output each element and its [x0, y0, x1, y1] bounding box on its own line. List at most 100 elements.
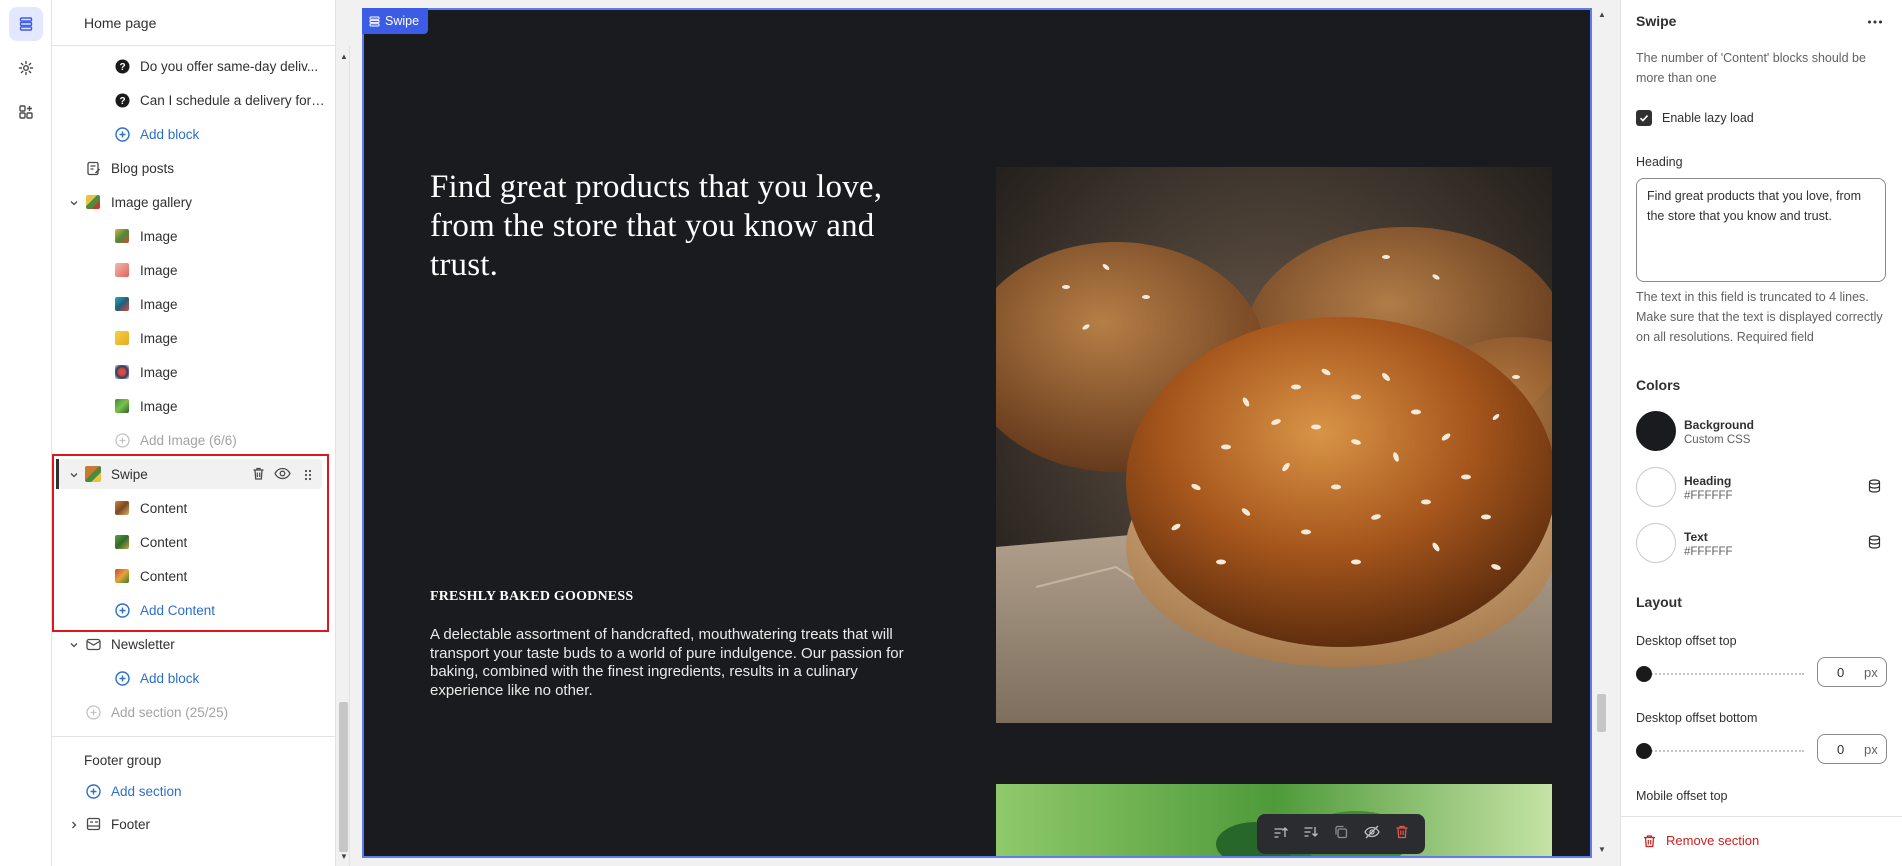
colors-heading: Colors — [1636, 377, 1681, 393]
duplicate-icon[interactable] — [1334, 825, 1348, 844]
database-icon[interactable] — [1868, 479, 1881, 498]
gear-icon — [18, 60, 34, 76]
gallery-image-2[interactable]: Image — [113, 255, 178, 285]
add-content-button[interactable]: Add Content — [113, 595, 215, 625]
lazy-load-checkbox[interactable] — [1636, 110, 1652, 126]
faq-item-2[interactable]: ? Can I schedule a delivery for ... — [113, 85, 325, 115]
gallery-image-1[interactable]: Image — [113, 221, 178, 251]
database-icon[interactable] — [1868, 535, 1881, 554]
sections-icon — [369, 16, 380, 27]
swipe-content-1[interactable]: Content — [113, 493, 187, 523]
footer-group-heading: Footer group — [84, 752, 162, 768]
faq-item-1[interactable]: ? Do you offer same-day deliv... — [113, 51, 323, 81]
background-color-swatch[interactable] — [1636, 411, 1676, 451]
section-preview-canvas[interactable]: Find great products that you love, from … — [362, 8, 1592, 858]
delete-block-icon[interactable] — [1395, 824, 1409, 844]
bread-buns-image — [996, 167, 1552, 723]
add-image-button-disabled: Add Image (6/6) — [113, 425, 237, 455]
section-swipe[interactable]: Swipe — [84, 459, 148, 489]
gallery-image-3[interactable]: Image — [113, 289, 178, 319]
background-color-label: Background — [1684, 418, 1755, 432]
settings-title: Swipe — [1636, 13, 1677, 29]
desktop-offset-top-slider-knob[interactable] — [1636, 666, 1652, 682]
scroll-down-arrow-icon[interactable]: ▼ — [1598, 845, 1606, 854]
heading-color-value: #FFFFFF — [1684, 490, 1733, 502]
scroll-down-arrow-icon[interactable]: ▼ — [340, 852, 348, 861]
image-thumbnail-icon — [113, 329, 131, 347]
section-footer[interactable]: Footer — [84, 809, 150, 839]
email-icon — [84, 635, 102, 653]
swipe-content-2[interactable]: Content — [113, 527, 187, 557]
chevron-down-icon[interactable] — [68, 197, 80, 209]
plus-circle-icon — [113, 601, 131, 619]
blog-icon — [84, 159, 102, 177]
chevron-down-icon[interactable] — [68, 469, 80, 481]
chevron-right-icon[interactable] — [68, 819, 80, 831]
heading-textarea[interactable]: Find great products that you love, from … — [1636, 178, 1886, 282]
sidebar-header: Home page — [52, 0, 336, 46]
mobile-offset-top-label: Mobile offset top — [1636, 789, 1728, 803]
plus-circle-icon — [113, 431, 131, 449]
sidebar-divider — [52, 736, 336, 737]
add-block-button[interactable]: Add block — [113, 119, 199, 149]
desktop-offset-bottom-slider-knob[interactable] — [1636, 743, 1652, 759]
remove-section-button[interactable]: Remove section — [1643, 833, 1759, 848]
hide-eye-slash-icon[interactable] — [1363, 825, 1380, 844]
plus-circle-icon — [113, 669, 131, 687]
sections-rail-button[interactable] — [9, 7, 43, 41]
preview-subtitle: FRESHLY BAKED GOODNESS — [430, 589, 634, 604]
desktop-offset-bottom-slider[interactable] — [1644, 750, 1804, 752]
settings-footer: Remove section — [1621, 816, 1902, 866]
content-thumbnail-icon — [113, 567, 131, 585]
apps-rail-button[interactable] — [9, 95, 43, 129]
heading-help-text: The text in this field is truncated to 4… — [1636, 290, 1883, 344]
text-color-value: #FFFFFF — [1684, 546, 1733, 558]
section-blog-posts[interactable]: Blog posts — [84, 153, 174, 183]
apps-icon — [19, 105, 33, 119]
scroll-up-arrow-icon[interactable]: ▲ — [340, 52, 348, 61]
desktop-offset-top-input[interactable]: 0 px — [1817, 657, 1887, 687]
gallery-image-6[interactable]: Image — [113, 391, 178, 421]
text-color-swatch[interactable] — [1636, 523, 1676, 563]
plus-circle-icon — [113, 125, 131, 143]
move-down-icon[interactable] — [1303, 825, 1319, 844]
text-color-label: Text — [1684, 530, 1708, 544]
add-section-button-disabled: Add section (25/25) — [84, 697, 228, 727]
page-title: Home page — [84, 15, 157, 31]
heading-color-swatch[interactable] — [1636, 467, 1676, 507]
gallery-image-4[interactable]: Image — [113, 323, 178, 353]
image-thumbnail-icon — [113, 261, 131, 279]
footer-add-section-button[interactable]: Add section — [84, 776, 182, 806]
move-up-icon[interactable] — [1273, 825, 1288, 844]
swipe-content-3[interactable]: Content — [113, 561, 187, 591]
checkmark-icon — [1639, 115, 1649, 122]
delete-section-icon[interactable] — [251, 466, 266, 486]
theme-editor: Home page ? Do you offer same-day deliv.… — [0, 0, 1902, 866]
chevron-down-icon[interactable] — [68, 639, 80, 651]
newsletter-add-block-button[interactable]: Add block — [113, 663, 199, 693]
visibility-eye-icon[interactable] — [274, 467, 291, 485]
gallery-image-5[interactable]: Image — [113, 357, 178, 387]
image-thumbnail-icon — [113, 295, 131, 313]
preview-scrollbar-thumb[interactable] — [1597, 694, 1606, 732]
image-thumbnail-icon — [113, 397, 131, 415]
footer-layout-icon — [84, 815, 102, 833]
section-newsletter[interactable]: Newsletter — [84, 629, 175, 659]
question-icon: ? — [113, 91, 131, 109]
desktop-offset-bottom-input[interactable]: 0 px — [1817, 734, 1887, 764]
settings-rail-button[interactable] — [9, 51, 43, 85]
drag-handle-icon[interactable] — [304, 468, 312, 486]
preview-heading: Find great products that you love, from … — [430, 169, 883, 283]
section-image-gallery[interactable]: Image gallery — [84, 187, 192, 217]
scroll-up-arrow-icon[interactable]: ▲ — [1598, 10, 1606, 19]
preview-body-text: A delectable assortment of handcrafted, … — [430, 626, 904, 699]
image-thumbnail-icon — [113, 363, 131, 381]
background-color-value: Custom CSS — [1684, 434, 1751, 446]
desktop-offset-top-slider[interactable] — [1644, 673, 1804, 675]
sidebar-scrollbar-thumb[interactable] — [339, 702, 348, 852]
desktop-offset-bottom-label: Desktop offset bottom — [1636, 711, 1758, 725]
content-thumbnail-icon — [113, 499, 131, 517]
desktop-offset-top-label: Desktop offset top — [1636, 634, 1737, 648]
more-options-icon[interactable] — [1867, 12, 1883, 30]
image-gallery-icon — [84, 193, 102, 211]
